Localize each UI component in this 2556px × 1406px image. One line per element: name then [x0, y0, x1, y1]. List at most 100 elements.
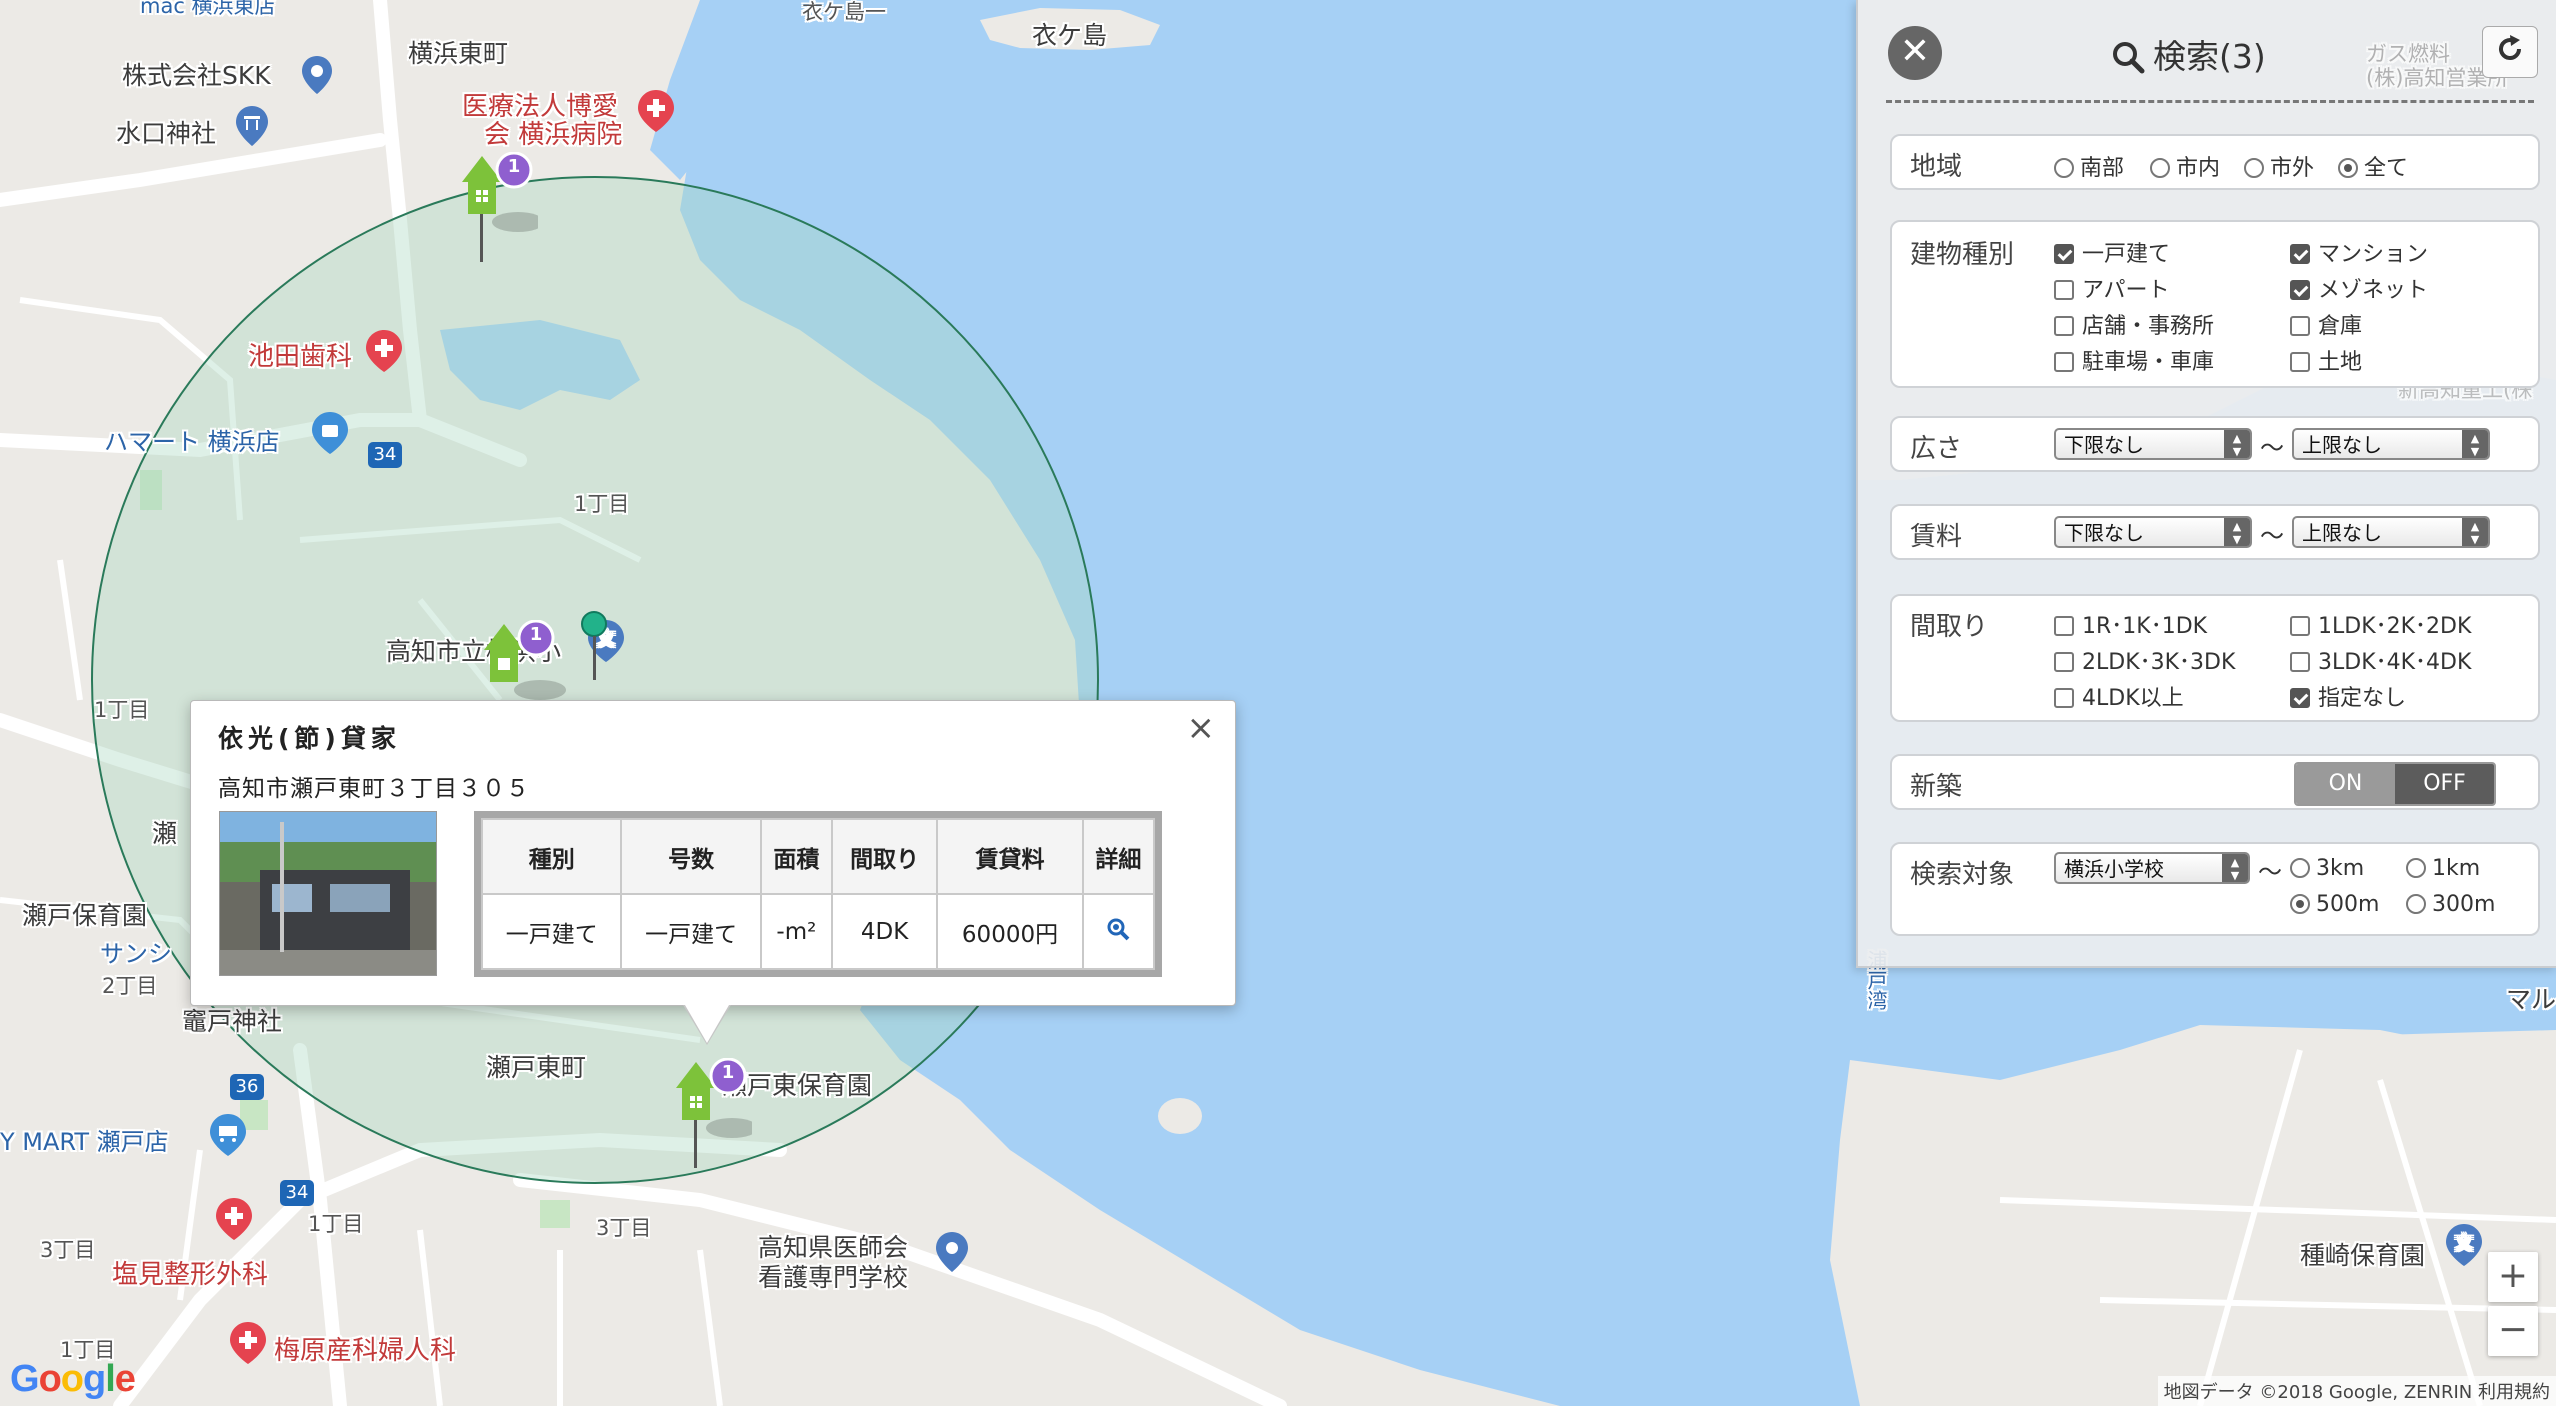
zoom-in-button[interactable]: +	[2488, 1252, 2538, 1302]
select-arrows-icon: ▲ ▼	[2462, 518, 2488, 546]
layout-1ldk[interactable]: 1LDK･2K･2DK	[2290, 608, 2471, 640]
newbuild-box: 新築 ON OFF	[1890, 754, 2540, 810]
select-arrows-icon: ▲ ▼	[2224, 430, 2250, 458]
newbuild-label: 新築	[1910, 772, 1963, 802]
distance-300m[interactable]: 300m	[2406, 892, 2495, 917]
refresh-button[interactable]	[2482, 26, 2538, 78]
layout-2ldk[interactable]: 2LDK･3K･3DK	[2054, 644, 2235, 676]
label-skk: 株式会社SKK	[122, 61, 271, 90]
zoom-out-button[interactable]: −	[2488, 1306, 2538, 1356]
layout-4ldk[interactable]: 4LDK以上	[2054, 680, 2184, 712]
layout-3ldk[interactable]: 3LDK･4K･4DK	[2290, 644, 2471, 676]
panel-close-button[interactable]: ✕	[1888, 26, 1942, 80]
shopping-pin-icon	[310, 410, 350, 460]
building-parking[interactable]: 駐車場・車庫	[2054, 344, 2214, 376]
map-attribution[interactable]: 地図データ ©2018 Google, ZENRIN 利用規約	[2157, 1376, 2556, 1406]
panel-divider	[1886, 100, 2534, 103]
search-target-label: 検索対象	[1910, 860, 2015, 890]
label-kinugashima: 衣ケ島	[1032, 21, 1108, 50]
route-34-shield-a: 34	[368, 442, 402, 468]
label-setohigashimachi: 瀬戸東町	[486, 1053, 587, 1082]
area-max-select[interactable]: 上限なし ▲ ▼	[2292, 428, 2490, 460]
area-tilde: 〜	[2260, 434, 2284, 462]
distance-1km[interactable]: 1km	[2406, 856, 2480, 881]
rent-max-select[interactable]: 上限なし ▲ ▼	[2292, 516, 2490, 548]
property-table: 種別 号数 面積 間取り 賃貸料 詳細 一戸建て 一戸建て -m² 4DK 60…	[480, 818, 1156, 970]
building-land[interactable]: 土地	[2290, 344, 2362, 376]
marker-house-north[interactable]: 1	[458, 151, 544, 268]
toggle-off[interactable]: OFF	[2395, 764, 2494, 804]
region-box: 地域 南部 市内 市外 全て	[1890, 134, 2540, 190]
marker-house-south[interactable]: 1	[672, 1057, 758, 1174]
building-mansion[interactable]: マンション	[2290, 236, 2428, 268]
hospital-pin-icon	[636, 88, 676, 138]
header-unit: 号数	[620, 818, 762, 895]
building-type-label: 建物種別	[1910, 240, 2015, 270]
radio-city[interactable]	[2150, 158, 2170, 178]
school-pin-icon-2	[934, 1230, 970, 1278]
panel-title-text: 検索(3)	[2153, 37, 2266, 76]
area-label: 広さ	[1910, 434, 1963, 464]
building-apartment[interactable]: アパート	[2054, 272, 2170, 304]
label-3chome-a: 3丁目	[596, 1216, 652, 1240]
label-seto-cut: 瀬	[152, 819, 178, 848]
area-min-select[interactable]: 下限なし ▲ ▼	[2054, 428, 2252, 460]
region-option-south[interactable]: 南部	[2054, 150, 2124, 182]
layout-label: 間取り	[1910, 612, 1989, 642]
rent-label: 賃料	[1910, 522, 1963, 552]
region-option-city[interactable]: 市内	[2150, 150, 2220, 182]
popup-close-icon[interactable]: ×	[1187, 711, 1216, 745]
cart-pin-icon	[208, 1112, 248, 1162]
header-detail: 詳細	[1081, 818, 1156, 895]
select-arrows-icon: ▲ ▼	[2222, 854, 2248, 882]
distance-500m[interactable]: 500m	[2290, 892, 2379, 917]
select-arrows-icon: ▲ ▼	[2224, 518, 2250, 546]
svg-text:文: 文	[2455, 1233, 2473, 1254]
label-hamart: ハマート 横浜店	[104, 428, 280, 456]
layout-1r[interactable]: 1R･1K･1DK	[2054, 608, 2207, 640]
marker-count-north: 1	[507, 156, 521, 177]
region-option-all[interactable]: 全て	[2338, 150, 2408, 182]
shrine-icon	[234, 104, 270, 152]
header-type: 種別	[480, 818, 623, 895]
school-location-pin[interactable]	[580, 610, 610, 686]
rent-min-select[interactable]: 下限なし ▲ ▼	[2054, 516, 2252, 548]
property-photo[interactable]	[219, 811, 437, 976]
marker-count-south: 1	[721, 1062, 735, 1083]
cell-layout: 4DK	[830, 893, 939, 970]
detail-cell[interactable]	[1081, 893, 1156, 970]
label-1chome-c: 1丁目	[308, 1212, 364, 1236]
label-2chome: 2丁目	[102, 974, 158, 998]
select-arrows-icon: ▲ ▼	[2462, 430, 2488, 458]
cell-rent: 60000円	[936, 893, 1084, 970]
region-option-outside[interactable]: 市外	[2244, 150, 2314, 182]
rent-tilde: 〜	[2260, 522, 2284, 550]
magnifier-detail-icon[interactable]	[1106, 918, 1130, 947]
building-warehouse[interactable]: 倉庫	[2290, 308, 2362, 340]
property-title: 依光(節)貸家	[218, 724, 401, 753]
label-1chome-b: 1丁目	[94, 698, 150, 722]
google-logo: Google	[10, 1358, 136, 1400]
label-mizuguchi: 水口神社	[116, 119, 217, 148]
building-detached[interactable]: 一戸建て	[2054, 236, 2170, 268]
toggle-on[interactable]: ON	[2296, 764, 2395, 804]
search-target-select[interactable]: 横浜小学校 ▲ ▼	[2054, 852, 2250, 884]
label-1chome-a: 1丁目	[574, 492, 630, 516]
area-box: 広さ 下限なし ▲ ▼ 〜 上限なし ▲ ▼	[1890, 416, 2540, 472]
radio-south[interactable]	[2054, 158, 2074, 178]
route-34-shield-b: 34	[280, 1180, 314, 1206]
building-shop-office[interactable]: 店舗・事務所	[2054, 308, 2214, 340]
label-ishikai-line2: 看護専門学校	[758, 1263, 909, 1292]
route-36-shield: 36	[230, 1074, 264, 1100]
distance-3km[interactable]: 3km	[2290, 856, 2364, 881]
radio-all[interactable]	[2338, 158, 2358, 178]
label-ikeda-dental: 池田歯科	[248, 342, 353, 372]
dental-pin-icon	[364, 328, 404, 378]
newbuild-toggle[interactable]: ON OFF	[2294, 762, 2496, 806]
radio-outside[interactable]	[2244, 158, 2264, 178]
building-maisonette[interactable]: メゾネット	[2290, 272, 2428, 304]
layout-unspecified[interactable]: 指定なし	[2290, 680, 2406, 712]
cell-type: 一戸建て	[480, 893, 623, 970]
clinic-pin-icon-2	[228, 1320, 268, 1370]
property-info-popup: 依光(節)貸家 × 高知市瀬戸東町３丁目３０５ 種別 号数 面積 間取り 賃貸料…	[190, 700, 1236, 1045]
